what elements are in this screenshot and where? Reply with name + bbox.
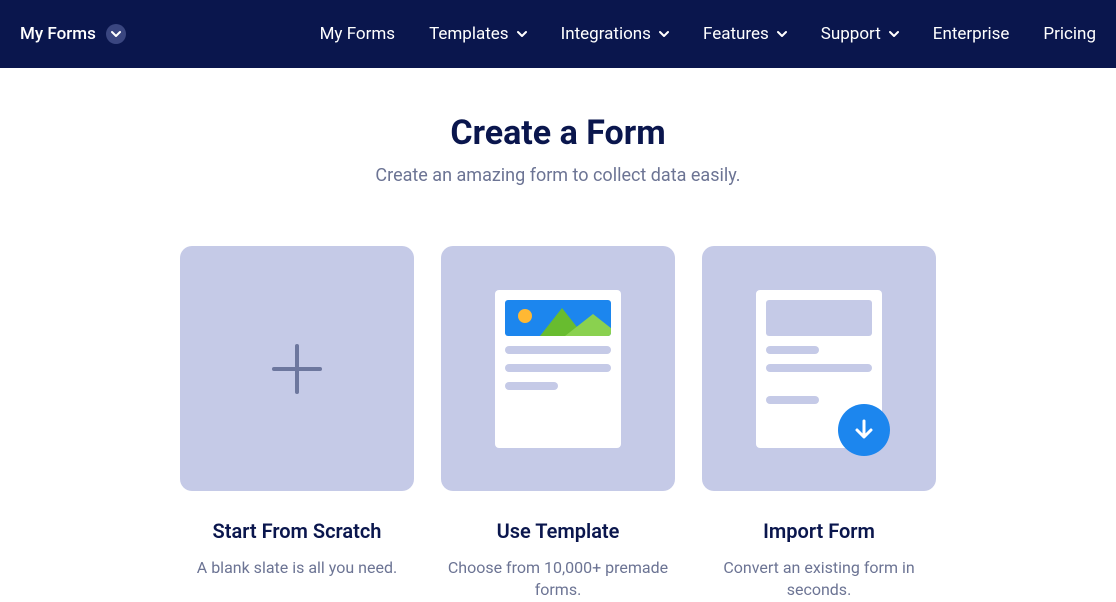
nav-item-label: Templates: [429, 24, 509, 44]
card-desc: Convert an existing form in seconds.: [702, 557, 936, 602]
card-title: Use Template: [497, 519, 620, 543]
nav-item-label: My Forms: [320, 24, 395, 44]
chevron-down-icon: [889, 24, 899, 44]
card-desc: Choose from 10,000+ premade forms.: [441, 557, 675, 602]
plus-icon: [270, 342, 324, 396]
placeholder-bar: [766, 396, 819, 404]
placeholder-bar: [766, 364, 872, 372]
page-subtitle: Create an amazing form to collect data e…: [375, 165, 740, 186]
card-desc: A blank slate is all you need.: [197, 557, 397, 579]
nav-item-my-forms[interactable]: My Forms: [320, 24, 395, 44]
nav-menu: My Forms Templates Integrations Features…: [320, 24, 1096, 44]
placeholder-bar: [766, 346, 819, 354]
nav-item-label: Features: [703, 24, 769, 44]
option-start-from-scratch: Start From Scratch A blank slate is all …: [180, 246, 414, 602]
nav-item-label: Integrations: [561, 24, 651, 44]
template-illustration: [495, 290, 621, 448]
page-title: Create a Form: [450, 113, 665, 153]
card-start-from-scratch[interactable]: [180, 246, 414, 491]
nav-item-features[interactable]: Features: [703, 24, 787, 44]
cards-row: Start From Scratch A blank slate is all …: [180, 246, 936, 602]
chevron-down-icon: [659, 24, 669, 44]
top-nav: My Forms My Forms Templates Integrations…: [0, 0, 1116, 68]
image-thumbnail-icon: [505, 300, 611, 336]
chevron-down-icon: [106, 24, 126, 44]
main-content: Create a Form Create an amazing form to …: [0, 68, 1116, 602]
nav-item-label: Enterprise: [933, 24, 1010, 44]
chevron-down-icon: [517, 24, 527, 44]
card-title: Import Form: [763, 519, 875, 543]
nav-item-integrations[interactable]: Integrations: [561, 24, 669, 44]
nav-item-templates[interactable]: Templates: [429, 24, 527, 44]
option-use-template: Use Template Choose from 10,000+ premade…: [441, 246, 675, 602]
placeholder-bar: [505, 382, 558, 390]
option-import-form: Import Form Convert an existing form in …: [702, 246, 936, 602]
download-icon: [838, 404, 890, 456]
placeholder-bar: [505, 346, 611, 354]
nav-item-support[interactable]: Support: [821, 24, 899, 44]
import-illustration: [756, 290, 882, 448]
card-use-template[interactable]: [441, 246, 675, 491]
placeholder-block: [766, 300, 872, 336]
card-import-form[interactable]: [702, 246, 936, 491]
nav-item-label: Support: [821, 24, 881, 44]
nav-brand[interactable]: My Forms: [20, 24, 126, 44]
nav-item-pricing[interactable]: Pricing: [1043, 24, 1096, 44]
placeholder-bar: [505, 364, 611, 372]
chevron-down-icon: [777, 24, 787, 44]
nav-item-enterprise[interactable]: Enterprise: [933, 24, 1010, 44]
card-title: Start From Scratch: [213, 519, 382, 543]
nav-brand-label: My Forms: [20, 24, 96, 44]
nav-item-label: Pricing: [1043, 24, 1096, 44]
